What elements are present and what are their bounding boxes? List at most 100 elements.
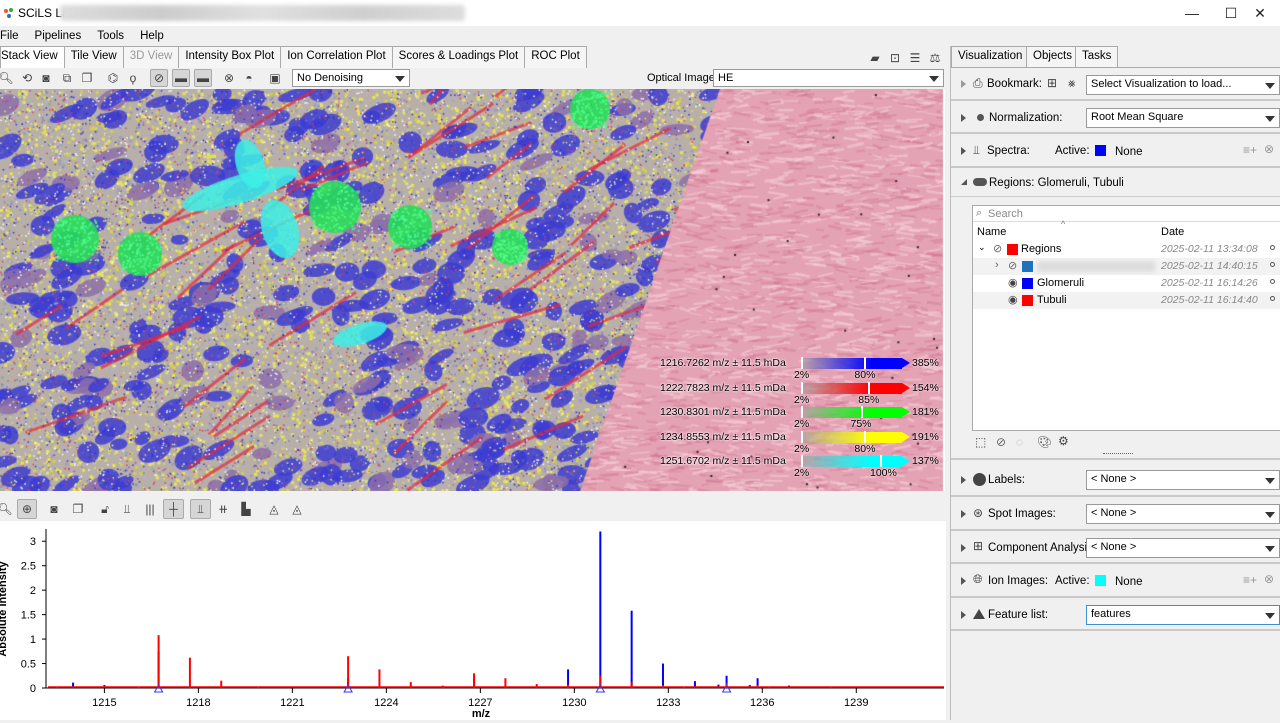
legend-threshold-marker[interactable] (864, 357, 867, 369)
tab-ion-correlation-plot[interactable]: Ion Correlation Plot (280, 46, 393, 68)
tab-scores-loadings-plot[interactable]: Scores & Loadings Plot (391, 46, 526, 68)
visible-eye-icon[interactable]: ◉ (1008, 293, 1018, 306)
legend-color-bar[interactable] (802, 431, 902, 443)
add-to-list-icon[interactable]: ≡+ (1243, 573, 1257, 587)
expand-icon[interactable] (961, 544, 966, 552)
slider-toggle-icon[interactable]: ▬ (172, 69, 190, 87)
lasso-icon[interactable]: ϙ (124, 69, 142, 87)
no-filter-icon[interactable]: ⊘ (150, 69, 168, 87)
palette-icon[interactable]: 🎨︎ (1037, 435, 1052, 449)
legend-min-marker[interactable] (801, 406, 803, 418)
tree-row[interactable]: ⌄ ⊘ Regions 2025-02-11 13:34:08 (973, 241, 1280, 258)
component-analysis-select[interactable]: < None > (1086, 538, 1280, 558)
expand-icon[interactable] (961, 510, 966, 518)
frame-icon[interactable]: ▣ (266, 69, 284, 87)
region-color-swatch[interactable] (1007, 244, 1018, 255)
add-bookmark-icon[interactable]: ⊞ (1047, 76, 1057, 90)
normalization-select[interactable]: Root Mean Square (1086, 108, 1280, 128)
tab-intensity-box-plot[interactable]: Intensity Box Plot (178, 46, 282, 68)
spectrum-icon[interactable]: ⫫ (190, 499, 211, 519)
crosshair-icon[interactable]: ┼ (163, 499, 184, 519)
expand-icon[interactable] (961, 577, 966, 585)
splitter-handle[interactable] (1103, 453, 1133, 454)
tab-tile-view[interactable]: Tile View (63, 46, 124, 68)
tab-stack-view[interactable]: Stack View (0, 46, 65, 69)
tree-row[interactable]: › ⊘ 2025-02-11 14:40:15 (973, 258, 1280, 275)
menu-help[interactable]: Help (140, 30, 170, 42)
legend-threshold-marker[interactable] (864, 430, 867, 443)
clear-icon[interactable]: ⊗ (1264, 572, 1274, 586)
expand-icon[interactable] (961, 476, 966, 484)
add-region-icon[interactable]: ◌ (1016, 435, 1023, 449)
gear-icon[interactable]: ⚙ (1058, 434, 1069, 448)
collapse-icon[interactable] (961, 179, 967, 185)
spectrum-export-icon[interactable]: ⊡ (886, 49, 904, 67)
zoom-icon[interactable]: 🔍︎ (0, 500, 14, 518)
feature-list-select[interactable]: features (1086, 605, 1280, 625)
deselect-region-icon[interactable]: ⬚ (975, 435, 986, 449)
legend-min-marker[interactable] (801, 455, 803, 467)
tree-row[interactable]: ◉ Tubuli 2025-02-11 16:14:40 (973, 292, 1280, 309)
hide-icon[interactable]: ⊘ (996, 435, 1006, 449)
region-draw-icon[interactable]: ⌬ (104, 69, 122, 87)
list-icon[interactable]: ☰ (906, 49, 924, 67)
optical-image-select[interactable]: HE (713, 69, 944, 87)
denoising-select[interactable]: No Denoising (292, 69, 410, 87)
zoom-icon[interactable]: 🔍︎ (0, 69, 15, 87)
labels-select[interactable]: < None > (1086, 470, 1280, 490)
ion-image-view[interactable]: 1216.7262 m/z ± 11.5 mDa 385% 2% 80% 1222.78… (0, 89, 945, 491)
region-color-swatch[interactable] (1022, 278, 1033, 289)
expand-icon[interactable] (961, 80, 966, 88)
legend-threshold-marker[interactable] (860, 406, 863, 418)
expand-icon[interactable] (961, 114, 966, 122)
peak-align-icon[interactable]: ⧺ (214, 500, 232, 518)
histogram-icon[interactable]: ▙ (237, 500, 255, 518)
spectrum-chart[interactable]: 00.511.522.531215 1218 1221 1224 1227 1230 123… (0, 521, 946, 720)
lock-icon[interactable]: 🔓︎ (96, 500, 114, 518)
camera-icon[interactable]: ◙ (45, 500, 63, 518)
tab-visualization[interactable]: Visualization (951, 46, 1030, 68)
legend-threshold-marker[interactable] (868, 381, 871, 394)
legend-color-bar[interactable] (802, 407, 902, 418)
legend-color-bar[interactable] (802, 382, 902, 394)
tab-roc-plot[interactable]: ROC Plot (524, 46, 587, 68)
legend-min-marker[interactable] (801, 357, 803, 369)
region-color-swatch[interactable] (1022, 295, 1033, 306)
tab-objects[interactable]: Objects (1026, 46, 1079, 67)
close-button[interactable]: ✕ (1240, 0, 1280, 26)
segmentation-icon[interactable]: ◓ (240, 69, 258, 87)
folder-icon[interactable]: ▰ (866, 49, 884, 67)
tab-3d-view[interactable]: 3D View (122, 46, 180, 68)
legend-min-marker[interactable] (801, 430, 803, 443)
hidden-eye-icon[interactable]: ⊘ (1008, 259, 1017, 272)
spectrum-plot[interactable]: 0 0.5 1 1.5 2 2.5 3 1215 1218 1221 1224 1227 1230 123… (0, 521, 946, 720)
shape-add-icon[interactable]: ◬ (265, 500, 283, 518)
slider-toggle-2-icon[interactable]: ▬ (194, 69, 212, 87)
camera-icon[interactable]: ◙ (37, 69, 55, 87)
minimize-button[interactable]: — (1172, 0, 1212, 26)
legend-threshold-marker[interactable] (880, 455, 882, 467)
tab-tasks[interactable]: Tasks (1075, 46, 1119, 67)
visible-eye-icon[interactable]: ◉ (1008, 276, 1018, 289)
reset-view-icon[interactable]: ⟲ (18, 69, 36, 87)
collapsed-chevron-icon[interactable]: › (995, 259, 999, 271)
column-header-date[interactable]: Date (1161, 226, 1184, 238)
clear-icon[interactable]: ⊗ (1264, 142, 1274, 156)
regions-search[interactable]: ⌕ Search (973, 206, 1280, 222)
legend-color-bar[interactable] (802, 358, 902, 369)
balance-icon[interactable]: ⚖ (926, 49, 944, 67)
legend-color-bar[interactable] (802, 456, 902, 467)
spectra-color-swatch[interactable] (1095, 145, 1106, 156)
duplicate-icon[interactable]: ❐ (78, 69, 96, 87)
spot-images-select[interactable]: < None > (1086, 504, 1280, 524)
copy-icon[interactable]: ⧉ (58, 69, 76, 87)
menu-pipelines[interactable]: Pipelines (35, 30, 88, 42)
legend-min-marker[interactable] (801, 381, 803, 394)
zoom-region-icon[interactable]: ⊕ (17, 499, 37, 519)
menu-tools[interactable]: Tools (97, 30, 130, 42)
expand-icon[interactable] (961, 147, 966, 155)
expand-icon[interactable] (961, 611, 966, 619)
expanded-chevron-icon[interactable]: ⌄ (978, 242, 986, 253)
clear-region-icon[interactable]: ⊗ (220, 69, 238, 87)
remove-bookmark-icon[interactable]: ⨳ (1068, 76, 1075, 91)
